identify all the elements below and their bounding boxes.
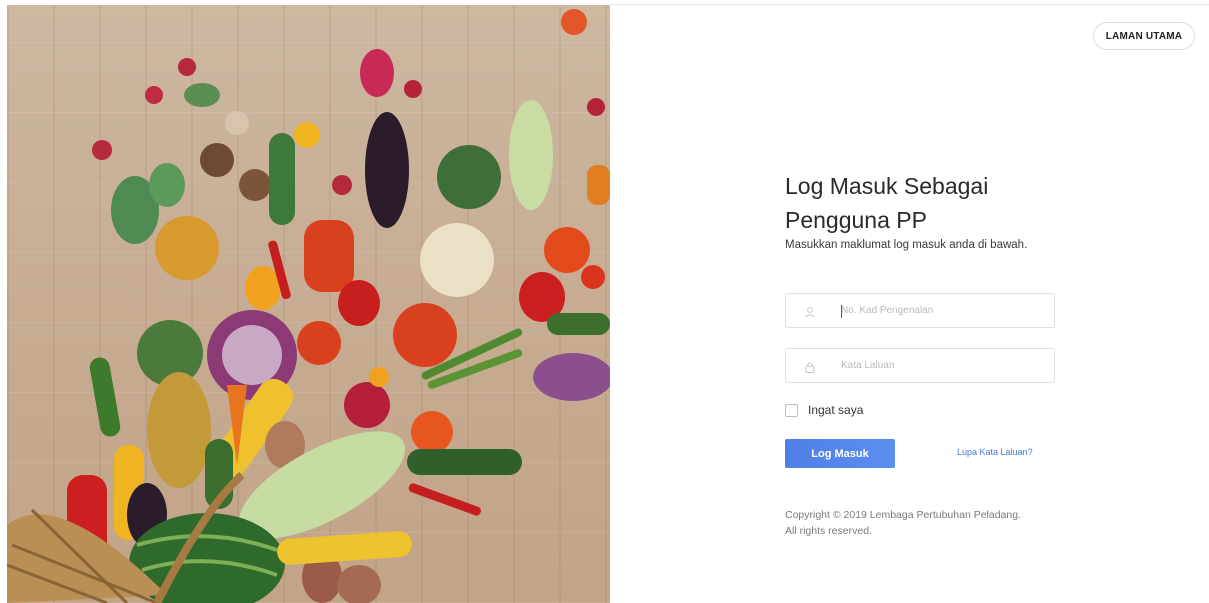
login-subtitle: Masukkan maklumat log masuk anda di bawa…: [785, 239, 1028, 251]
login-button[interactable]: Log Masuk: [785, 439, 895, 468]
user-icon: [804, 305, 816, 318]
home-button[interactable]: LAMAN UTAMA: [1093, 22, 1195, 50]
copyright-line2: All rights reserved.: [785, 525, 872, 537]
page-title: Log Masuk Sebagai Pengguna PP: [785, 169, 1085, 237]
hero-vegetables-image: [7, 5, 610, 603]
copyright-line1: Copyright © 2019 Lembaga Pertubuhan Pela…: [785, 509, 1021, 521]
login-page: LAMAN UTAMA Log Masuk Sebagai Pengguna P…: [0, 0, 1209, 603]
password-field-wrapper: [785, 348, 1055, 383]
copyright-text: Copyright © 2019 Lembaga Pertubuhan Pela…: [785, 507, 1075, 539]
top-divider: [610, 4, 1209, 5]
ic-number-field-wrapper: [785, 293, 1055, 328]
lock-icon: [804, 360, 816, 373]
password-input[interactable]: [841, 349, 1046, 382]
remember-me-checkbox[interactable]: [785, 403, 798, 417]
ic-number-input[interactable]: [841, 294, 1046, 327]
vegetables-illustration: [7, 9, 610, 603]
page-title-line2: Pengguna PP: [785, 207, 927, 233]
page-title-line1: Log Masuk Sebagai: [785, 173, 989, 199]
forgot-password-link[interactable]: Lupa Kata Laluan?: [957, 447, 1033, 457]
remember-me-row: Ingat saya: [785, 403, 863, 417]
remember-me-label: Ingat saya: [808, 403, 864, 417]
